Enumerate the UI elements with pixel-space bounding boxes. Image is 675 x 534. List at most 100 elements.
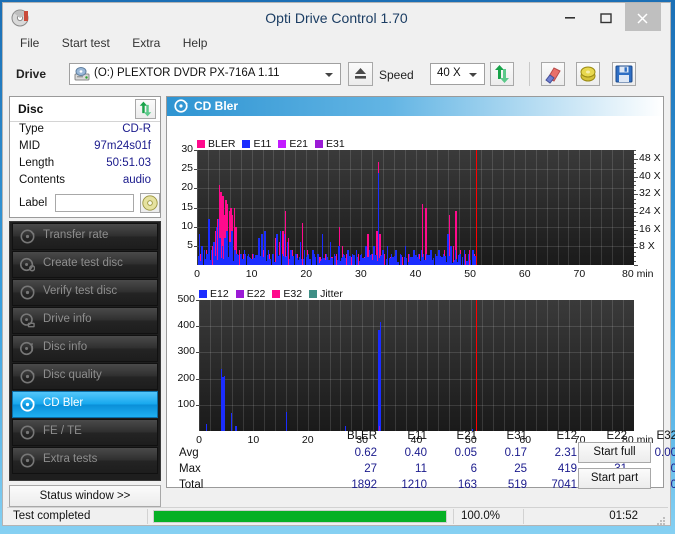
y-axis-tick-label: 15	[165, 201, 193, 213]
chart-bar	[242, 259, 243, 265]
legend-item-e32: E32	[272, 288, 302, 300]
sidebar-item-fe-te[interactable]: FE / TE	[12, 419, 158, 446]
start-part-label: Start part	[579, 469, 650, 488]
stats-column-header: E21	[429, 430, 477, 442]
y-axis-tick-label: 25	[165, 162, 193, 174]
stats-cell: 27	[329, 463, 377, 475]
drive-select[interactable]: (O:) PLEXTOR DVDR PX-716A 1.11	[69, 63, 341, 85]
sidebar-label: CD Bler	[43, 397, 83, 409]
chart-bar	[394, 261, 395, 265]
sidebar: Transfer rate Create test disc Verify te…	[9, 221, 161, 481]
speed-axis-tick	[634, 159, 638, 160]
stats-cell: 7041	[529, 479, 577, 491]
y-axis-tick	[196, 379, 199, 380]
y-axis-tick	[194, 169, 197, 170]
y-axis-tick	[196, 300, 199, 301]
eraser-button[interactable]	[541, 62, 565, 86]
gridline-vertical	[427, 300, 428, 431]
disc-label-caption: Label	[19, 197, 47, 209]
disc-key-mid: MID	[19, 140, 40, 152]
sidebar-item-extra-tests[interactable]: Extra tests	[12, 447, 158, 474]
legend-item-e22: E22	[236, 288, 266, 300]
chart-bar	[368, 261, 369, 265]
chart-bar	[296, 260, 297, 265]
chart-bar	[373, 260, 374, 265]
menu-item-extra[interactable]: Extra	[123, 33, 169, 54]
resize-grip-icon[interactable]	[656, 513, 666, 523]
title-bar: Opti Drive Control 1.70	[3, 3, 670, 33]
chart-bar	[380, 322, 381, 431]
status-window-button[interactable]: Status window >>	[9, 485, 161, 507]
status-window-label: Status window >>	[10, 486, 160, 506]
disc-key-type: Type	[19, 123, 44, 135]
gridline-vertical	[308, 300, 309, 431]
disc-write-icon	[20, 257, 35, 272]
main-panel-header: CD Bler	[167, 97, 663, 116]
x-axis-tick-label: 80 min	[622, 268, 662, 280]
eject-button[interactable]	[348, 62, 373, 86]
gridline-vertical	[210, 300, 211, 431]
gridline-vertical	[460, 300, 461, 431]
menu-item-start-test[interactable]: Start test	[53, 33, 119, 54]
chart-bar	[458, 262, 459, 265]
gridline-vertical	[406, 300, 407, 431]
x-axis-tick-label: 60	[503, 268, 547, 280]
sidebar-label: Extra tests	[43, 453, 97, 465]
gridline-vertical	[504, 300, 505, 431]
save-button[interactable]	[612, 62, 636, 86]
chart-bar	[286, 412, 287, 431]
disc-refresh-button[interactable]	[135, 99, 156, 119]
sidebar-item-drive-info[interactable]: Drive info	[12, 307, 158, 334]
stats-cell: 2.31	[529, 447, 577, 459]
minimize-button[interactable]	[553, 3, 589, 31]
sidebar-item-transfer-rate[interactable]: Transfer rate	[12, 223, 158, 250]
speed-axis-tick-label: 8 X	[639, 240, 655, 252]
stats-cell: 419	[529, 463, 577, 475]
gridline-vertical	[591, 300, 592, 431]
chart-bar	[209, 256, 210, 265]
disc-panel-title: Disc	[18, 102, 43, 116]
start-full-button[interactable]: Start full	[578, 442, 651, 463]
status-divider	[453, 509, 454, 524]
refresh-button[interactable]	[490, 62, 514, 86]
chart-bar	[381, 255, 382, 265]
sidebar-item-create-test-disc[interactable]: Create test disc	[12, 251, 158, 278]
y-axis-tick	[194, 227, 197, 228]
speed-axis-tick-label: 32 X	[639, 187, 661, 199]
disc-key-contents: Contents	[19, 174, 65, 186]
gridline-vertical	[514, 300, 515, 431]
drive-label: Drive	[16, 67, 46, 81]
close-button[interactable]	[625, 3, 661, 31]
disc-label-input[interactable]	[55, 194, 134, 212]
y-axis-tick-label: 400	[167, 319, 195, 331]
menu-item-file[interactable]: File	[11, 33, 48, 54]
gridline-vertical	[243, 300, 244, 431]
sidebar-label: Transfer rate	[43, 229, 108, 241]
sidebar-item-cd-bler[interactable]: CD Bler	[12, 391, 158, 418]
chart-bar	[446, 262, 447, 265]
chart-bar	[235, 426, 236, 431]
legend-swatch-e21	[278, 140, 286, 148]
chart-bar	[276, 259, 277, 265]
x-axis-tick-label: 0	[175, 268, 219, 280]
status-divider	[147, 509, 148, 524]
speed-axis-tick	[634, 256, 636, 257]
disc-label-cd-button[interactable]	[140, 193, 160, 213]
sidebar-item-verify-test-disc[interactable]: Verify test disc	[12, 279, 158, 306]
tools-button[interactable]	[576, 62, 600, 86]
gridline-vertical	[319, 300, 320, 431]
y-axis-tick	[196, 405, 199, 406]
speed-select[interactable]: 40 X	[430, 63, 485, 85]
speed-axis-tick	[634, 194, 638, 195]
chart-bar	[258, 258, 259, 265]
sidebar-item-disc-info[interactable]: Disc info	[12, 335, 158, 362]
disc-extra-icon	[20, 453, 35, 468]
chart-bar	[256, 257, 257, 265]
chart-bar	[199, 261, 200, 265]
menu-item-help[interactable]: Help	[174, 33, 217, 54]
stats-cell: 11	[379, 463, 427, 475]
maximize-button[interactable]	[589, 3, 625, 31]
sidebar-item-disc-quality[interactable]: Disc quality	[12, 363, 158, 390]
chart-bar	[219, 256, 220, 265]
start-part-button[interactable]: Start part	[578, 468, 651, 489]
